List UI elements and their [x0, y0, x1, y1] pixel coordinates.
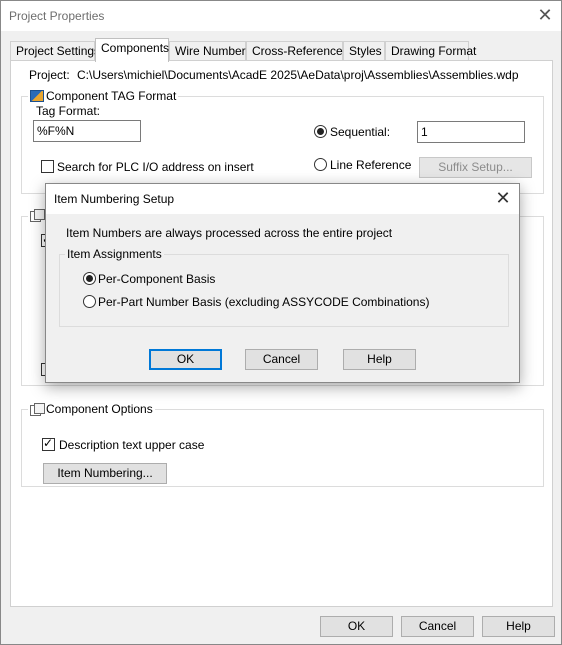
suffix-setup-button[interactable]: Suffix Setup...: [419, 157, 532, 178]
cancel-button[interactable]: Cancel: [401, 616, 474, 637]
tab-cross-references[interactable]: Cross-References: [246, 41, 349, 61]
component-options-group: Component Options Description text upper…: [21, 402, 544, 487]
tab-drawing-format[interactable]: Drawing Format: [385, 41, 476, 61]
tab-styles[interactable]: Styles: [343, 41, 385, 61]
plc-search-checkbox[interactable]: [41, 160, 54, 173]
per-component-radio[interactable]: [83, 272, 96, 285]
tag-format-label: Tag Format:: [36, 104, 101, 118]
help-button[interactable]: Help: [482, 616, 555, 637]
dialog-cancel-button[interactable]: Cancel: [245, 349, 318, 370]
per-part-radio[interactable]: [83, 295, 96, 308]
hidden-group-title: [28, 209, 46, 222]
sequential-radio[interactable]: [314, 125, 327, 138]
dialog-title-bar: Item Numbering Setup ✕: [46, 184, 519, 214]
upper-case-checkbox[interactable]: [42, 436, 55, 451]
tab-project-settings[interactable]: Project Settings: [10, 41, 100, 61]
component-options-group-title: Component Options: [28, 402, 155, 416]
upper-case-label: Description text upper case: [59, 438, 205, 452]
per-component-label: Per-Component Basis: [98, 272, 216, 286]
item-assignments-group: Item Assignments Per-Component Basis Per…: [59, 247, 509, 327]
dialog-help-button[interactable]: Help: [343, 349, 416, 370]
plc-search-label: Search for PLC I/O address on insert: [57, 160, 254, 174]
dialog-message: Item Numbers are always processed across…: [66, 226, 393, 240]
item-numbering-dialog: Item Numbering Setup ✕ Item Numbers are …: [45, 183, 520, 383]
project-label: Project:: [29, 68, 70, 82]
dialog-close-icon[interactable]: ✕: [491, 187, 515, 211]
component-options-icon: [30, 403, 45, 416]
tag-format-icon: [30, 90, 44, 102]
sequential-input[interactable]: 1: [417, 121, 525, 143]
sequential-label: Sequential:: [330, 125, 391, 139]
tag-format-group: Component TAG Format Tag Format: %F%N Se…: [21, 89, 544, 194]
close-icon[interactable]: ✕: [533, 4, 557, 28]
dialog-title: Item Numbering Setup: [54, 192, 175, 206]
project-path: C:\Users\michiel\Documents\AcadE 2025\Ae…: [77, 68, 519, 82]
group-icon: [30, 209, 45, 222]
item-numbering-button[interactable]: Item Numbering...: [43, 463, 167, 484]
item-assignments-title: Item Assignments: [65, 247, 164, 261]
window-title: Project Properties: [9, 9, 105, 23]
tag-format-group-title: Component TAG Format: [28, 89, 179, 103]
line-reference-radio[interactable]: [314, 158, 327, 171]
tag-format-input[interactable]: %F%N: [33, 120, 141, 142]
per-part-label: Per-Part Number Basis (excluding ASSYCOD…: [98, 295, 430, 309]
ok-button[interactable]: OK: [320, 616, 393, 637]
tab-components[interactable]: Components: [95, 38, 169, 62]
title-bar: Project Properties ✕: [1, 1, 561, 31]
dialog-ok-button[interactable]: OK: [149, 349, 222, 370]
tab-wire-numbers[interactable]: Wire Numbers: [169, 41, 252, 61]
line-reference-label: Line Reference: [330, 158, 412, 172]
